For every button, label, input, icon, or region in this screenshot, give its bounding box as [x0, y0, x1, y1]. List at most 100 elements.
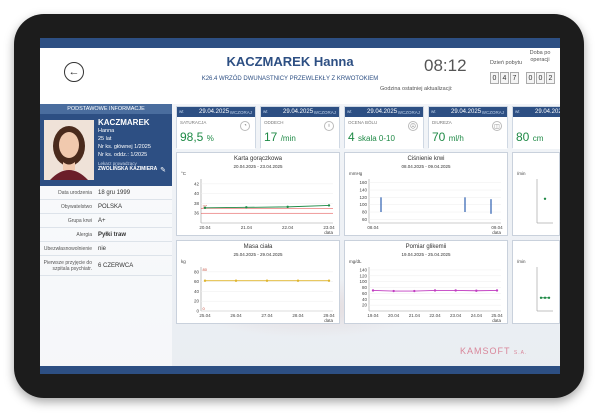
vital-value: 70 ml/h	[432, 130, 464, 144]
data-point	[245, 206, 248, 209]
vital-time-tag: wt	[347, 109, 352, 114]
card-dept-no: Nr ks. oddz.: 1/2025	[98, 152, 148, 158]
stay-digit: 4	[500, 72, 509, 84]
chart-ytick: 20	[194, 299, 200, 304]
vital-number: 70	[432, 130, 446, 144]
vital-value: 98,5 %	[180, 130, 214, 144]
chart-ytick: 36	[194, 211, 200, 216]
chart-xtick: 20.04	[388, 313, 400, 318]
top-bar	[40, 38, 560, 48]
vital-tile[interactable]: wt29.04.2025WCZORAJ80 cm	[512, 106, 560, 149]
chart-xtick: 27.04	[261, 313, 273, 318]
vital-tile[interactable]: wt 29.04.2025 WCZORAJ ODDECH ♁ 17 /min	[260, 106, 340, 149]
vital-unit: %	[206, 134, 214, 143]
vital-body: OCENA BÓLU ☹ 4 skala 0-10	[345, 117, 423, 149]
chart-ytick: 60	[362, 217, 368, 222]
chart-ytick: 20	[362, 303, 368, 308]
vital-weekday: WCZORAJ	[229, 109, 252, 115]
chart-xtick: 22.04	[282, 225, 294, 230]
data-point	[454, 289, 457, 292]
chart-xtick: 21.04	[409, 313, 421, 318]
chart-panel[interactable]: /min	[512, 240, 560, 324]
patient-name: KACZMAREK Hanna	[226, 54, 354, 69]
chart-ytick: 80	[362, 210, 368, 215]
data-point	[327, 204, 331, 207]
vital-time-tag: wt	[431, 109, 436, 114]
post-op-digit: 0	[536, 72, 545, 84]
data-point	[543, 296, 547, 299]
basic-info-panel: PODSTAWOWE INFORMACJE KACZMAREK Hanna 25…	[40, 104, 172, 366]
chart-svg: kg80604020025.04 26.04 27.04 28.04 29.04data…	[181, 259, 335, 323]
vital-time-tag: wt	[179, 109, 184, 114]
chart-panel[interactable]: Karta gorączkowa 20.04.2025 - 23.04.2025 °…	[176, 152, 340, 236]
chart-ylabel: mmHg	[349, 171, 363, 176]
data-point	[286, 205, 289, 209]
data-point	[547, 296, 551, 299]
vital-header: wt29.04.2025WCZORAJ	[513, 107, 560, 117]
chart-xtick: 22.04	[429, 313, 441, 318]
chart-xtick: 24.04	[471, 313, 483, 318]
logo-suffix: S.A.	[513, 350, 528, 356]
patient-diagnosis: K26.4 WRZÓD DWUNASTNICY PRZEWLEKŁY Z KRW…	[201, 76, 379, 82]
chart-xtick: 20.04	[199, 225, 211, 230]
vital-tile[interactable]: wt 29.04.2025 WCZORAJ OCENA BÓLU ☹ 4 skala 0-…	[344, 106, 424, 149]
vital-label: ODDECH	[264, 120, 284, 125]
header: ← KACZMAREK Hanna K26.4 WRZÓD DWUNASTNIC…	[40, 48, 560, 104]
post-op-label: Doba po operacji	[529, 50, 551, 63]
kamsoft-logo: KAMSOFT S.A.	[460, 346, 527, 356]
chart-xtick: 25.04	[199, 313, 211, 318]
vital-header: wt29.04.2025WCZORAJ	[177, 107, 255, 117]
back-button[interactable]: ←	[64, 62, 84, 82]
card-age: 25 lat	[98, 136, 112, 142]
data-point	[327, 279, 331, 282]
vital-date: 29.04.2025	[535, 108, 560, 115]
chart-ylabel: /min	[517, 259, 526, 264]
chart-ytick: 60	[362, 291, 368, 296]
info-value: 6 CZERWCA	[98, 262, 134, 269]
stay-digit: 0	[490, 72, 499, 84]
info-key: Pierwsze przyjęcie do szpitala psychiatr…	[43, 259, 92, 272]
arrow-left-icon: ←	[68, 66, 80, 78]
info-key: Alergia	[76, 231, 92, 238]
data-point	[495, 289, 499, 292]
vital-body: ODDECH ♁ 17 /min	[261, 117, 339, 149]
vital-weekday: WCZORAJ	[397, 109, 420, 115]
lungs-icon: ♁	[324, 121, 334, 131]
vital-body: SATURACJA ◔ 98,5 %	[177, 117, 255, 149]
basic-info-title: PODSTAWOWE INFORMACJE	[40, 104, 172, 114]
info-row: Grupa krwi A+	[40, 214, 172, 228]
card-surname: KACZMAREK	[98, 118, 150, 127]
chart-panel[interactable]: Pomiar glikemii 19.04.2025 - 25.04.2025 mg…	[344, 240, 508, 324]
chart-ylabel: /min	[517, 171, 526, 176]
data-point	[265, 279, 269, 282]
chart-panel[interactable]: /min	[512, 152, 560, 236]
chart-threshold-label: 80	[203, 267, 208, 272]
vital-tile[interactable]: wt 29.04.2025 WCZORAJ SATURACJA ◔ 98,5 %	[176, 106, 256, 149]
chart-ytick: 140	[359, 188, 367, 193]
chart-ytick: 140	[359, 267, 367, 272]
chart-xlabel: data	[324, 230, 333, 235]
vital-tile[interactable]: wt 29.04.2025 WCZORAJ DIUREZA ◫ 70 ml/h	[428, 106, 508, 149]
chart-svg: mmHg160140120100806008.04 09.04data	[349, 171, 503, 235]
chart-ytick: 120	[359, 273, 367, 278]
info-key: Ubezwłasnowolnienie	[43, 245, 92, 252]
post-op-digit: 2	[546, 72, 555, 84]
vitals-strip: wt29.04.2025WCZORAJSATURACJA◔98,5 %22:00…	[176, 106, 560, 149]
pencil-icon[interactable]: ✎	[160, 166, 166, 174]
data-point	[203, 279, 207, 282]
vital-date: 29.04.2025	[367, 108, 398, 115]
data-point	[234, 279, 238, 282]
post-op-digit: 0	[526, 72, 535, 84]
chart-panel[interactable]: Masa ciała 25.04.2025 - 29.04.2025 kg 80 60 4…	[176, 240, 340, 324]
vital-weekday: WCZORAJ	[481, 109, 504, 115]
vital-time-tag: wt	[515, 109, 520, 114]
info-value: 18 gru 1999	[98, 189, 131, 196]
info-value: A+	[98, 217, 106, 224]
vital-label: SATURACJA	[180, 120, 207, 125]
chart-panel[interactable]: Ciśnienie krwi 08.04.2025 - 09.04.2025 mmH…	[344, 152, 508, 236]
chart-svg: /min	[517, 171, 553, 224]
chart-ylabel: mg/dL	[349, 259, 362, 264]
chart-xtick: 21.04	[241, 225, 253, 230]
gauge-icon: ◔	[240, 121, 250, 131]
stay-digit: 7	[510, 72, 519, 84]
